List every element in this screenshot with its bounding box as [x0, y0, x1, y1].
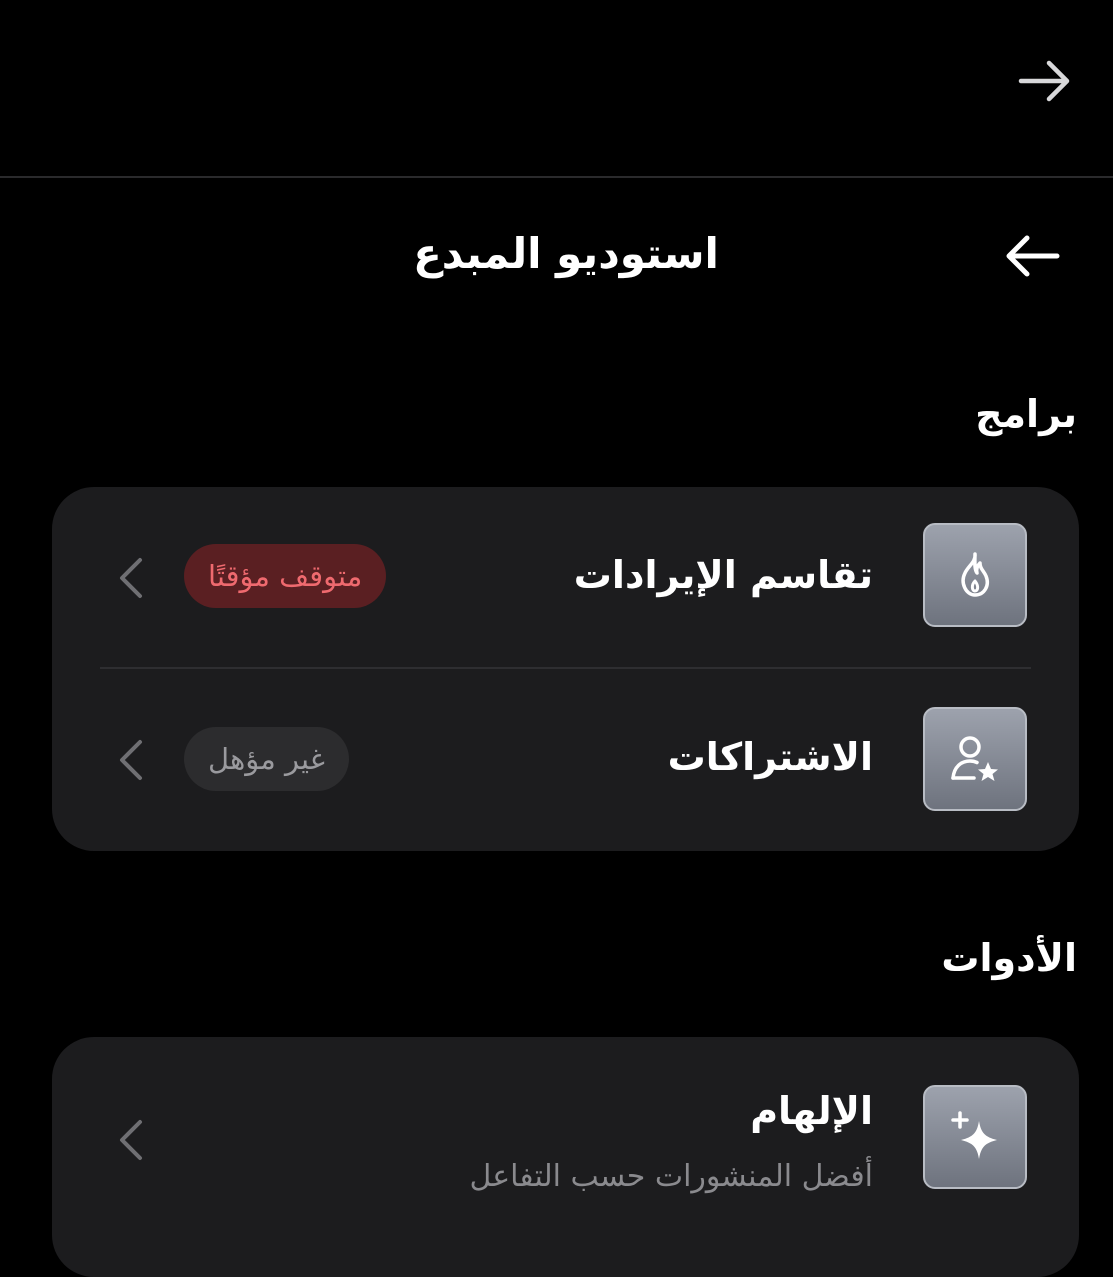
chevron-left-icon	[114, 1115, 148, 1165]
revenue-sharing-tile	[923, 523, 1027, 627]
subscriptions-tile	[923, 707, 1027, 811]
person-star-icon	[951, 736, 998, 781]
top-bar	[0, 0, 1113, 178]
forward-button[interactable]	[1010, 50, 1080, 112]
page-title: استوديو المبدع	[413, 229, 719, 278]
revenue-sharing-label: تقاسم الإيرادات	[573, 553, 873, 597]
inspiration-label: الإلهام	[750, 1089, 873, 1133]
status-badge-ineligible: غير مؤهل	[184, 727, 349, 791]
section-title-programs: برامج	[975, 392, 1077, 436]
inspiration-tile	[923, 1085, 1027, 1189]
list-item-inspiration[interactable]: الإلهام أفضل المنشورات حسب التفاعل	[52, 1037, 1079, 1219]
list-item-subscriptions[interactable]: الاشتراكات غير مؤهل	[52, 669, 1079, 851]
status-badge-paused: متوقف مؤقتًا	[184, 544, 387, 608]
inspiration-description: أفضل المنشورات حسب التفاعل	[469, 1159, 873, 1194]
back-button[interactable]	[996, 224, 1068, 288]
page-header: استوديو المبدع	[0, 178, 1113, 328]
section-title-tools: الأدوات	[941, 936, 1077, 980]
list-item-revenue-sharing[interactable]: تقاسم الإيرادات متوقف مؤقتًا	[52, 487, 1079, 669]
programs-card: تقاسم الإيرادات متوقف مؤقتًا الاشتراكات …	[52, 487, 1079, 851]
chevron-left-icon	[114, 553, 148, 603]
subscriptions-label: الاشتراكات	[667, 735, 873, 779]
tools-card: الإلهام أفضل المنشورات حسب التفاعل	[52, 1037, 1079, 1277]
sparkle-icon	[951, 1111, 997, 1159]
chevron-left-icon	[114, 735, 148, 785]
flame-icon	[961, 552, 989, 597]
arrow-right-icon	[1018, 60, 1070, 102]
arrow-left-icon	[1006, 235, 1060, 277]
